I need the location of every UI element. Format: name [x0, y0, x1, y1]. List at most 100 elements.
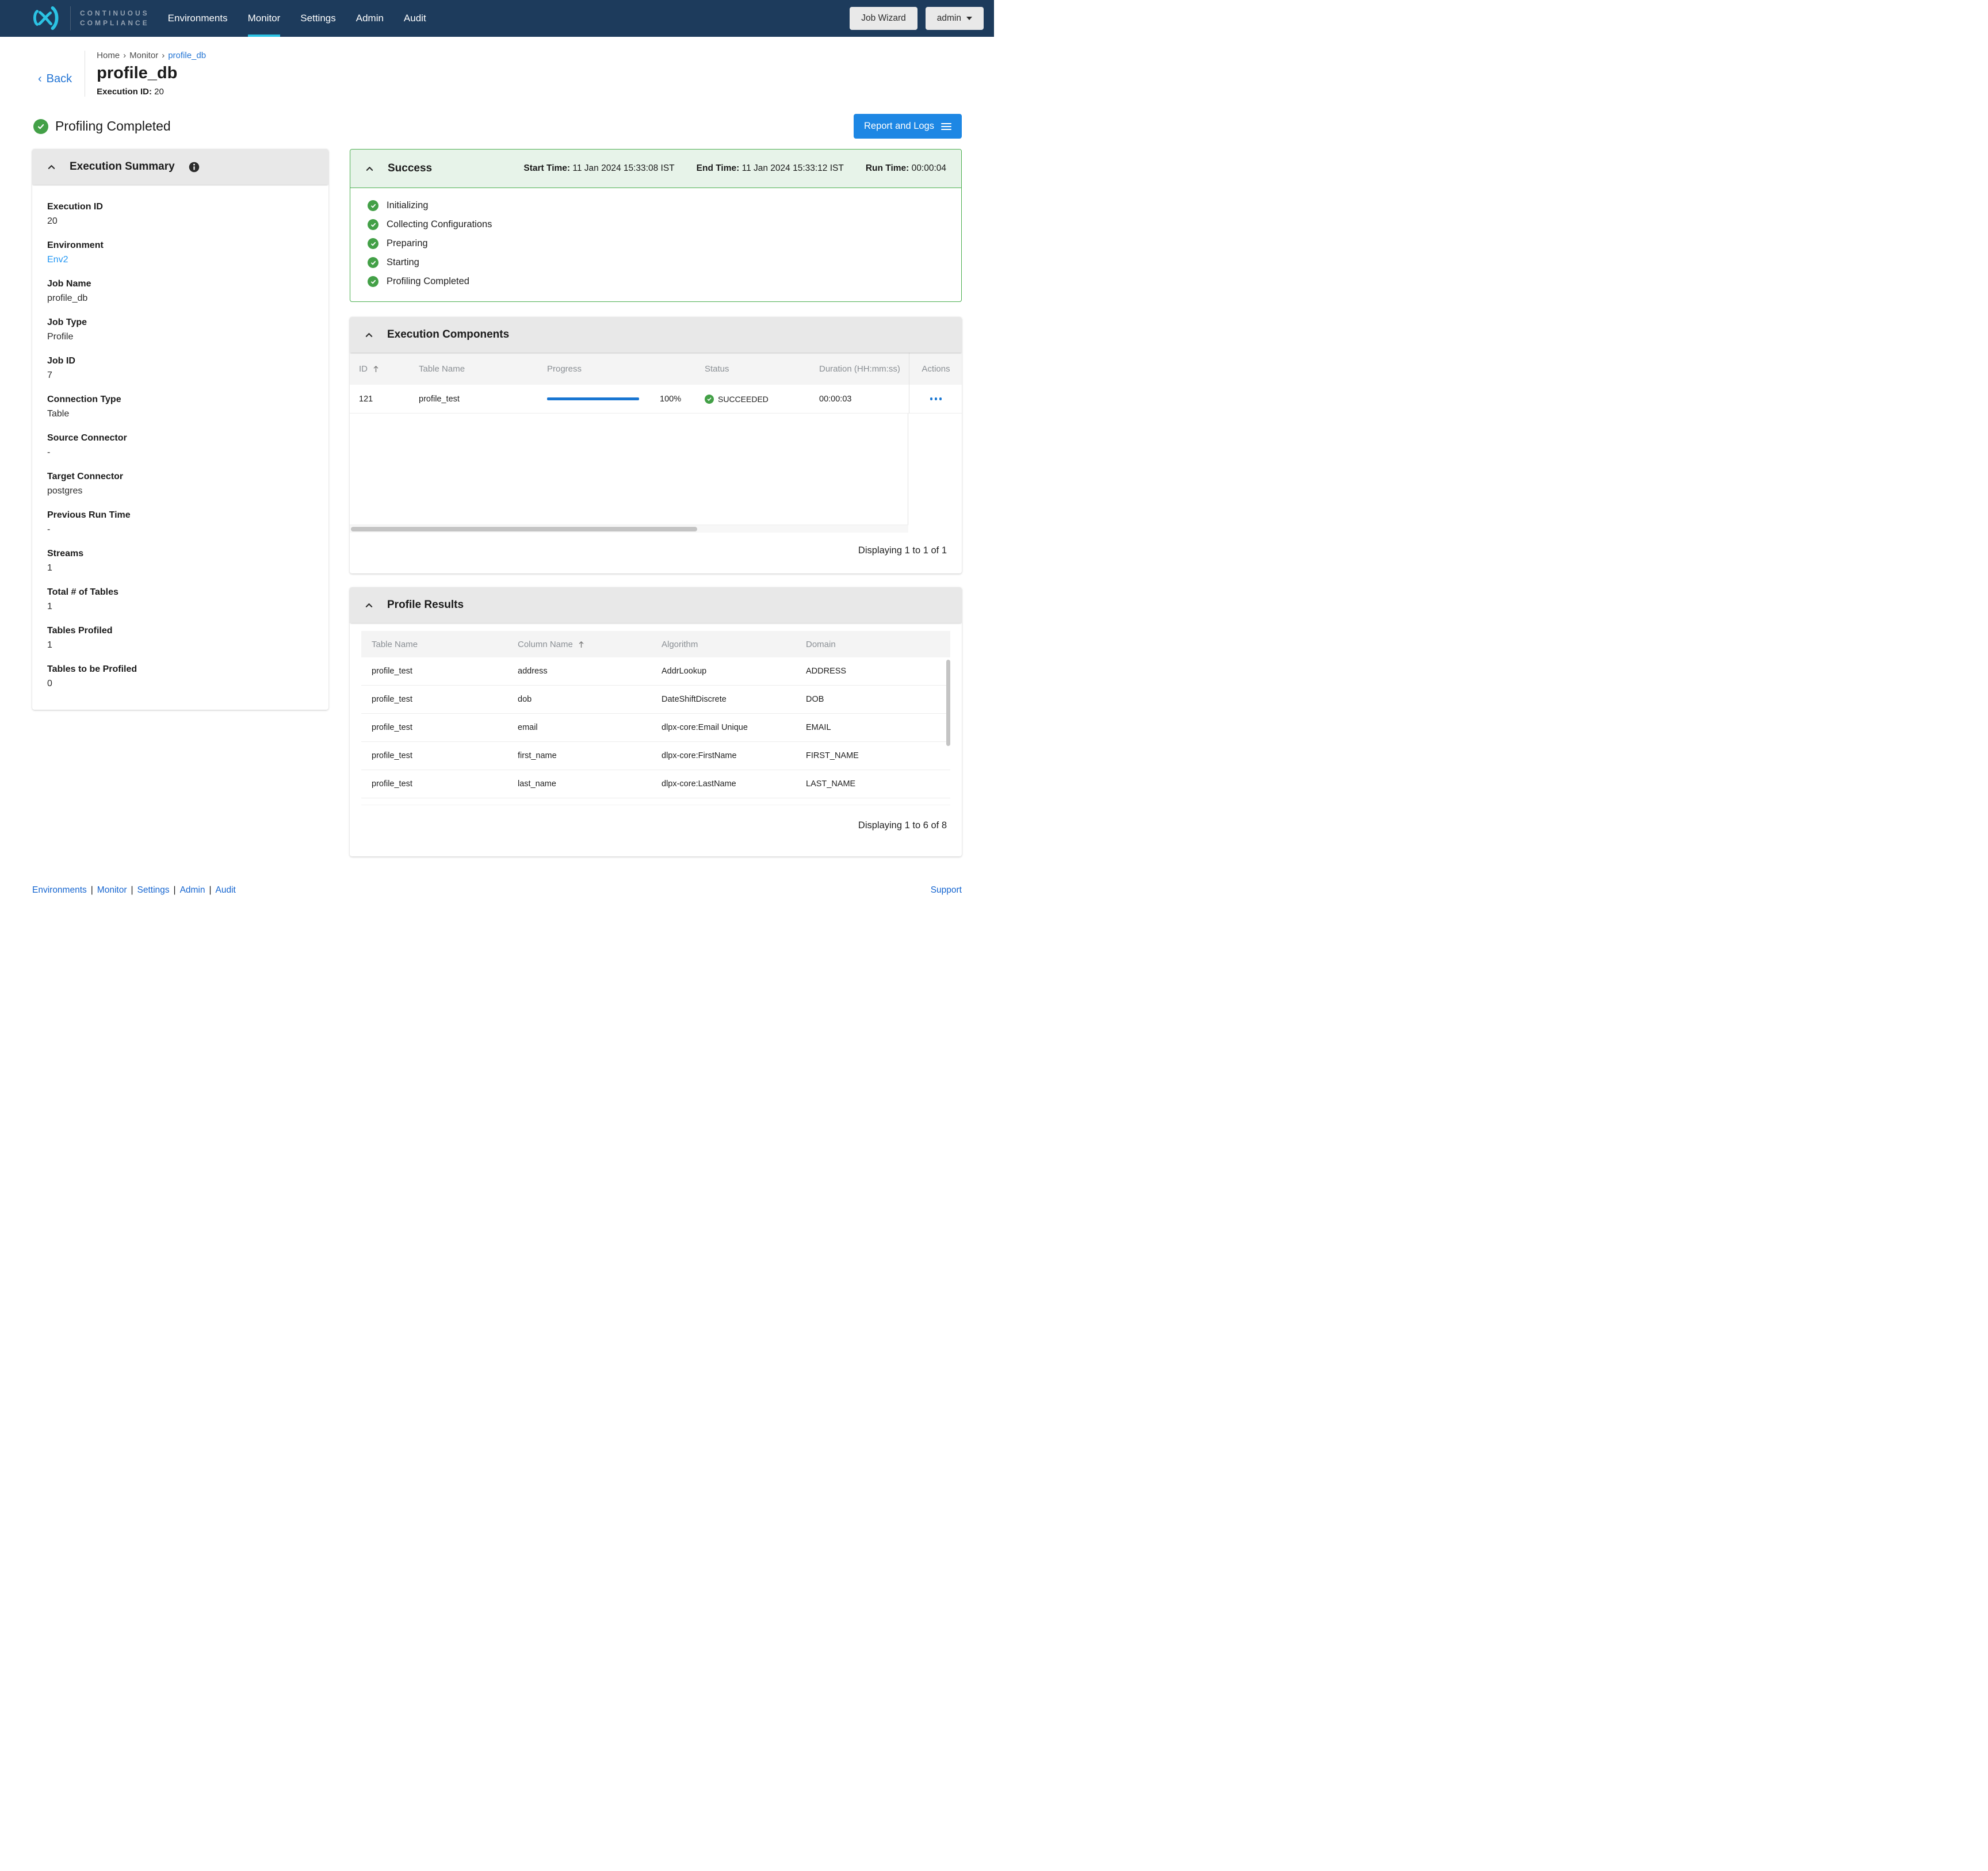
breadcrumb-monitor[interactable]: Monitor — [129, 51, 158, 60]
table-row: profile_test email dlpx-core:Email Uniqu… — [361, 714, 950, 742]
execution-summary-panel: Execution Summary Execution ID 20 Enviro… — [32, 149, 328, 710]
info-icon[interactable] — [189, 162, 200, 173]
cell-algorithm: dlpx-core:FirstName — [662, 751, 806, 760]
column-header-status[interactable]: Status — [705, 364, 819, 374]
support-link[interactable]: Support — [931, 885, 962, 896]
brand-line1: CONTINUOUS — [80, 9, 150, 17]
execution-components-header: Execution Components — [350, 317, 962, 353]
environment-link[interactable]: Env2 — [47, 255, 68, 265]
field-value: Profile — [47, 332, 314, 342]
column-header-domain[interactable]: Domain — [806, 640, 950, 649]
progress-bar — [547, 397, 639, 400]
footer-link-admin[interactable]: Admin — [180, 885, 205, 895]
field-label: Streams — [47, 549, 314, 559]
vertical-scrollbar-thumb[interactable] — [946, 660, 950, 746]
field-job-name: Job Name profile_db — [47, 279, 314, 304]
cell-domain: LAST_NAME — [806, 779, 950, 789]
delphix-logo-icon — [29, 6, 62, 31]
collapse-chevron-icon[interactable] — [46, 162, 57, 173]
row-actions-button[interactable] — [927, 394, 946, 404]
column-header-table-name[interactable]: Table Name — [372, 640, 518, 649]
table-row: 121 profile_test 100% SUCCEEDED 00:00:03 — [350, 385, 962, 414]
cell-table-name: profile_test — [372, 779, 518, 789]
check-circle-icon — [33, 119, 48, 134]
step-label: Profiling Completed — [387, 276, 469, 287]
success-panel: Success Start Time: 11 Jan 2024 15:33:08… — [350, 149, 962, 302]
column-header-table-name[interactable]: Table Name — [419, 364, 547, 374]
job-wizard-button[interactable]: Job Wizard — [850, 7, 917, 30]
check-circle-icon — [705, 395, 714, 404]
column-header-column-name[interactable]: Column Name — [518, 640, 662, 649]
footer-link-settings[interactable]: Settings — [137, 885, 170, 895]
check-circle-icon — [368, 276, 379, 287]
main-columns: Execution Summary Execution ID 20 Enviro… — [32, 149, 962, 856]
execution-components-title: Execution Components — [387, 328, 509, 341]
user-menu-button[interactable]: admin — [926, 7, 984, 30]
brand-divider — [70, 6, 71, 30]
field-label: Environment — [47, 240, 314, 251]
cell-id: 121 — [359, 395, 419, 404]
column-header-progress[interactable]: Progress — [547, 364, 705, 374]
step-label: Initializing — [387, 200, 428, 211]
table-row: profile_test first_name dlpx-core:FirstN… — [361, 742, 950, 770]
nav-settings[interactable]: Settings — [300, 0, 335, 37]
back-button[interactable]: ‹ Back — [38, 72, 72, 97]
field-streams: Streams 1 — [47, 549, 314, 573]
collapse-chevron-icon[interactable] — [364, 600, 374, 611]
title-row: ‹ Back Home › Monitor › profile_db profi… — [32, 51, 962, 97]
breadcrumb: Home › Monitor › profile_db — [97, 51, 206, 60]
sort-ascending-icon — [578, 641, 584, 648]
cell-algorithm: AddrLookup — [662, 667, 806, 676]
step-profiling-completed: Profiling Completed — [350, 272, 961, 291]
content: ‹ Back Home › Monitor › profile_db profi… — [0, 51, 994, 856]
field-label: Tables Profiled — [47, 626, 314, 636]
footer-link-environments[interactable]: Environments — [32, 885, 87, 895]
table-row: profile_test address AddrLookup ADDRESS — [361, 657, 950, 686]
page-footer: Environments|Monitor|Settings|Admin|Audi… — [0, 885, 994, 896]
breadcrumb-current[interactable]: profile_db — [168, 51, 206, 60]
field-value: 1 — [47, 563, 314, 573]
cell-actions — [909, 385, 962, 413]
nav-admin[interactable]: Admin — [356, 0, 384, 37]
clipped-row — [361, 798, 950, 805]
profile-results-panel: Profile Results Table Name Column Name A… — [350, 587, 962, 856]
footer-link-audit[interactable]: Audit — [216, 885, 236, 895]
field-label: Connection Type — [47, 395, 314, 405]
footer-link-monitor[interactable]: Monitor — [97, 885, 127, 895]
results-paging-status: Displaying 1 to 6 of 8 — [350, 805, 962, 831]
field-tables-profiled: Tables Profiled 1 — [47, 626, 314, 651]
step-preparing: Preparing — [350, 234, 961, 253]
report-and-logs-button[interactable]: Report and Logs — [854, 114, 962, 139]
collapse-chevron-icon[interactable] — [364, 330, 374, 340]
execution-summary-title: Execution Summary — [70, 160, 175, 173]
page-title: profile_db — [97, 64, 206, 83]
components-table-header: ID Table Name Progress Status Duration (… — [350, 353, 962, 385]
navbar-right: Job Wizard admin — [850, 7, 984, 30]
execution-summary-body: Execution ID 20 Environment Env2 Job Nam… — [32, 185, 328, 710]
column-header-algorithm[interactable]: Algorithm — [662, 640, 806, 649]
nav-monitor[interactable]: Monitor — [248, 0, 281, 37]
column-header-duration[interactable]: Duration (HH:mm:ss) — [819, 364, 909, 374]
breadcrumb-home[interactable]: Home — [97, 51, 120, 60]
nav-audit[interactable]: Audit — [404, 0, 426, 37]
field-connection-type: Connection Type Table — [47, 395, 314, 419]
results-table-header: Table Name Column Name Algorithm Domain — [361, 631, 950, 657]
run-time-value: 00:00:04 — [912, 163, 946, 173]
footer-separator: | — [209, 885, 212, 895]
status-row: Profiling Completed Report and Logs — [32, 114, 962, 139]
collapse-chevron-icon[interactable] — [364, 163, 375, 174]
nav-environments[interactable]: Environments — [168, 0, 228, 37]
user-menu-label: admin — [937, 13, 961, 24]
field-value: postgres — [47, 486, 314, 496]
hamburger-icon — [941, 123, 951, 131]
success-title: Success — [388, 162, 432, 175]
field-label: Execution ID — [47, 202, 314, 212]
horizontal-scrollbar-thumb[interactable] — [351, 527, 697, 531]
column-header-id[interactable]: ID — [359, 364, 419, 374]
field-job-id: Job ID 7 — [47, 356, 314, 381]
end-time: End Time: 11 Jan 2024 15:33:12 IST — [697, 163, 844, 174]
field-value: 20 — [47, 216, 314, 227]
brand-line2: COMPLIANCE — [80, 19, 150, 27]
back-chevron-icon: ‹ — [38, 72, 42, 86]
job-wizard-label: Job Wizard — [861, 13, 906, 24]
